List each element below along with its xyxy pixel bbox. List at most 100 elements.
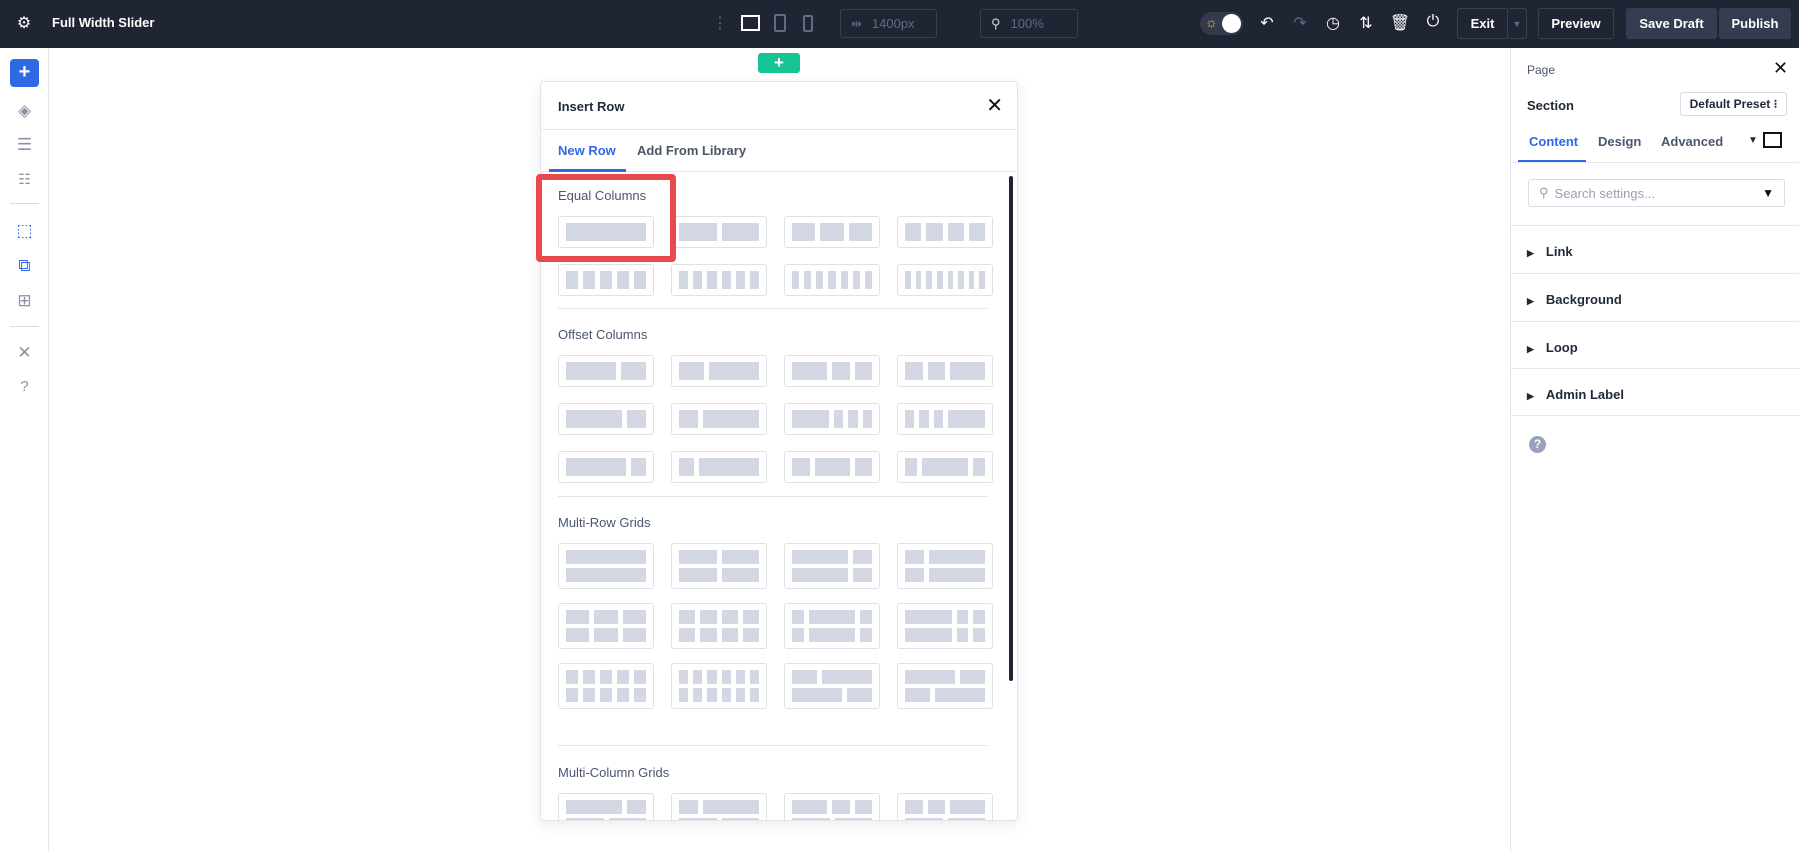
add-row-button[interactable]: + — [758, 53, 800, 73]
tab-design[interactable]: Design — [1598, 134, 1641, 149]
column-block — [792, 223, 816, 241]
select-cursor-icon[interactable]: ⬚ — [10, 218, 39, 244]
row-layout-option[interactable] — [558, 451, 654, 483]
row-layout-option[interactable] — [897, 355, 993, 387]
search-settings-input[interactable]: ⚲ Search settings... ▼ — [1528, 179, 1785, 207]
tablet-view-icon[interactable] — [774, 14, 786, 32]
row-layout-option[interactable] — [784, 603, 880, 649]
publish-button[interactable]: Publish — [1719, 8, 1791, 39]
row-layout-option[interactable] — [784, 793, 880, 820]
tab-advanced[interactable]: Advanced — [1661, 134, 1723, 149]
exit-button[interactable]: Exit — [1457, 8, 1508, 39]
row-layout-option[interactable] — [784, 543, 880, 589]
column-block — [627, 410, 646, 428]
row-layout-option[interactable] — [558, 355, 654, 387]
tools-icon[interactable]: ✕ — [10, 340, 39, 366]
row-layout-option[interactable] — [558, 403, 654, 435]
tab-content[interactable]: Content — [1529, 134, 1578, 149]
row-layout-option[interactable] — [558, 793, 654, 820]
column-block — [792, 818, 830, 820]
row-layout-option[interactable] — [671, 451, 767, 483]
row-layout-option[interactable] — [784, 216, 880, 248]
redo-icon[interactable]: ↷ — [1288, 13, 1312, 33]
row-layout-option[interactable] — [897, 403, 993, 435]
row-layout-option[interactable] — [784, 264, 880, 296]
preset-selector[interactable]: Default Preset ⁝ — [1680, 92, 1787, 116]
section-background[interactable]: ▶ Background — [1527, 292, 1622, 307]
template-view-icon[interactable]: ⊞ — [10, 288, 39, 314]
row-layout-option[interactable] — [558, 543, 654, 589]
row-layout-option[interactable] — [897, 264, 993, 296]
row-layout-option[interactable] — [558, 603, 654, 649]
row-layout-option[interactable] — [784, 403, 880, 435]
row-layout-option[interactable] — [558, 663, 654, 709]
row-layout-option[interactable] — [671, 603, 767, 649]
trash-icon[interactable]: 🗑 — [1388, 13, 1412, 33]
column-block — [950, 800, 985, 814]
row-layout-option[interactable] — [671, 543, 767, 589]
history-clock-icon[interactable]: ◷ — [1321, 13, 1345, 33]
sort-arrows-icon[interactable]: ⇅ — [1354, 13, 1378, 33]
undo-icon[interactable]: ↶ — [1255, 13, 1279, 33]
column-block — [735, 688, 745, 702]
layout-icon[interactable]: ☷ — [10, 166, 39, 192]
row-layout-option[interactable] — [897, 663, 993, 709]
column-block — [679, 223, 717, 241]
group-title: Equal Columns — [558, 188, 647, 203]
dropdown-caret-icon[interactable]: ▼ — [1748, 135, 1758, 146]
width-icon: ⇹ — [851, 15, 862, 31]
add-plus-icon[interactable]: + — [10, 59, 39, 87]
row-layout-option[interactable] — [671, 793, 767, 820]
scrollbar[interactable] — [1009, 176, 1013, 681]
section-link[interactable]: ▶ Link — [1527, 244, 1573, 259]
more-vertical-icon[interactable]: ⋮ — [708, 13, 732, 33]
width-input[interactable]: ⇹ 1400px — [840, 9, 937, 38]
row-layout-option[interactable] — [671, 264, 767, 296]
zoom-input[interactable]: ⚲ 100% — [980, 9, 1078, 38]
column-block — [905, 223, 922, 241]
filter-icon[interactable]: ▼ — [1762, 186, 1774, 200]
row-layout-option[interactable] — [671, 216, 767, 248]
desktop-view-icon[interactable] — [741, 15, 760, 31]
close-icon[interactable]: ✕ — [1773, 58, 1788, 79]
row-layout-option[interactable] — [671, 663, 767, 709]
row-layout-option[interactable] — [897, 543, 993, 589]
section-loop[interactable]: ▶ Loop — [1527, 340, 1578, 355]
save-draft-button[interactable]: Save Draft — [1626, 8, 1717, 39]
column-block — [679, 550, 717, 564]
close-icon[interactable]: ✕ — [986, 93, 1003, 118]
layers-icon[interactable]: ◈ — [10, 98, 39, 124]
row-layout-option[interactable] — [671, 355, 767, 387]
theme-toggle[interactable]: ☼ — [1200, 12, 1243, 35]
breadcrumb[interactable]: Page — [1527, 63, 1555, 77]
desktop-view-icon[interactable] — [1763, 132, 1782, 148]
row-layout-option[interactable] — [784, 355, 880, 387]
row-layout-option[interactable] — [671, 403, 767, 435]
help-icon[interactable]: ? — [1529, 436, 1546, 453]
row-layout-option[interactable] — [784, 663, 880, 709]
tab-add-from-library[interactable]: Add From Library — [637, 143, 746, 158]
section-admin-label[interactable]: ▶ Admin Label — [1527, 387, 1624, 402]
row-layout-option[interactable] — [897, 216, 993, 248]
column-block — [820, 223, 844, 241]
multi-select-cursor-icon[interactable]: ⧉ — [10, 253, 39, 279]
column-block — [742, 610, 759, 624]
row-layout-option[interactable] — [897, 793, 993, 820]
column-block — [926, 223, 943, 241]
caret-right-icon: ▶ — [1527, 248, 1534, 258]
row-layout-option[interactable] — [558, 216, 654, 248]
preview-button[interactable]: Preview — [1538, 8, 1614, 39]
row-layout-option[interactable] — [784, 451, 880, 483]
exit-dropdown-chevron-icon[interactable]: ▼ — [1507, 8, 1527, 39]
database-icon[interactable]: ☰ — [10, 132, 39, 158]
row-layout-option[interactable] — [897, 603, 993, 649]
settings-gear-icon[interactable]: ⚙ — [12, 13, 36, 33]
row-layout-option[interactable] — [558, 264, 654, 296]
help-icon[interactable]: ? — [10, 374, 39, 400]
row-layout-option[interactable] — [897, 451, 993, 483]
phone-view-icon[interactable] — [803, 15, 813, 32]
tab-new-row[interactable]: New Row — [558, 143, 616, 158]
layout-list[interactable]: Equal Columns Offset Columns Multi-Row Gri… — [541, 172, 1017, 820]
column-block — [834, 818, 872, 820]
power-icon[interactable]: ⏻ — [1421, 13, 1445, 31]
